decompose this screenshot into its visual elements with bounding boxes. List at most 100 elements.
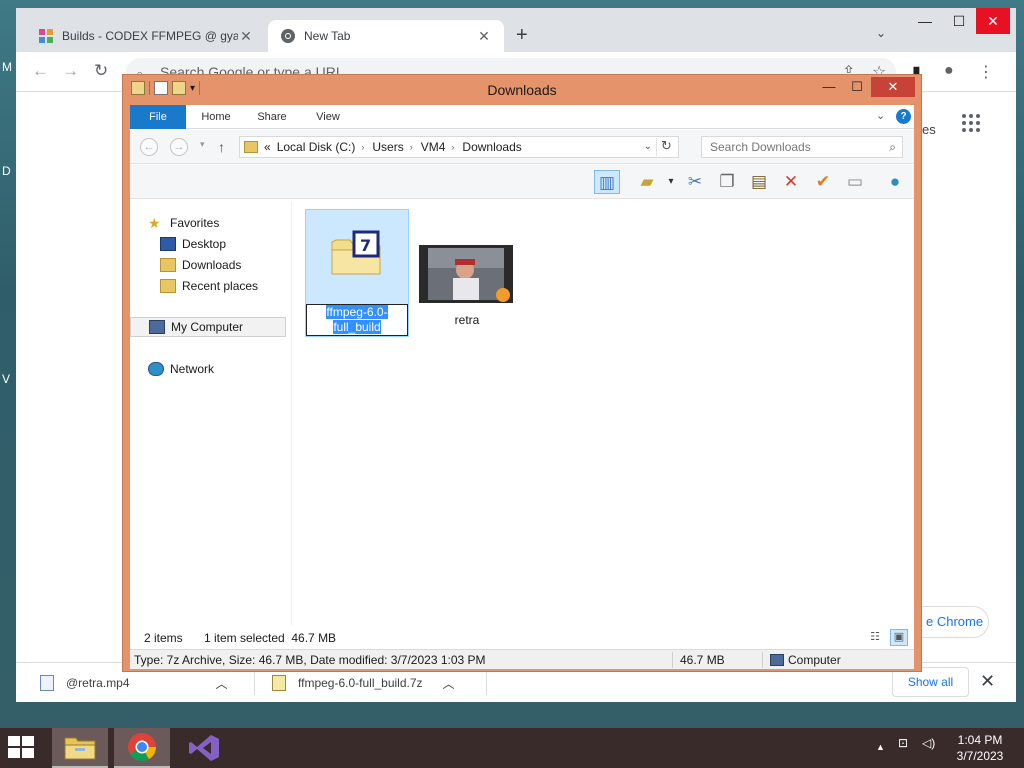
command-toolbar: ▥ ▰ ▾ ✂ ❐ ▤ ✕ ✔ ▭ ● <box>130 165 914 199</box>
file-explorer-icon <box>64 737 96 760</box>
delete-icon[interactable]: ✕ <box>778 170 804 194</box>
breadcrumb-overflow[interactable]: « <box>264 140 271 154</box>
tab-new-tab[interactable]: New Tab ✕ <box>268 20 504 52</box>
back-arrow-icon[interactable]: ← <box>140 138 158 156</box>
google-apps-icon[interactable] <box>962 114 980 132</box>
network-icon <box>148 362 164 376</box>
file-item-ffmpeg[interactable]: 7 ffmpeg-6.0-full_build <box>305 209 409 337</box>
close-button[interactable]: ✕ <box>871 77 915 97</box>
expand-ribbon-icon[interactable]: ⌄ <box>876 109 885 122</box>
back-arrow-icon[interactable]: ← <box>32 61 49 81</box>
system-clock[interactable]: 1:04 PM 3/7/2023 <box>944 732 1016 764</box>
close-shelf-icon[interactable]: ✕ <box>980 671 995 692</box>
breadcrumb-local-disk[interactable]: Local Disk (C:) <box>277 140 356 154</box>
taskbar-chrome[interactable] <box>114 728 170 768</box>
rename-icon[interactable]: ▭ <box>842 170 868 194</box>
volume-icon[interactable]: ◁) <box>922 736 935 750</box>
start-button[interactable] <box>8 736 38 760</box>
file-location: Computer <box>788 653 841 667</box>
download-divider <box>486 671 487 695</box>
maximize-button[interactable]: ☐ <box>942 8 976 34</box>
search-input[interactable]: Search Downloads ⌕ <box>701 136 903 158</box>
chrome-menu-icon[interactable]: ⋮ <box>978 62 994 82</box>
tab-close-icon[interactable]: ✕ <box>476 28 492 45</box>
breadcrumb-vm4[interactable]: VM4 <box>421 140 446 154</box>
tab-close-icon[interactable]: ✕ <box>238 28 254 45</box>
nav-my-computer[interactable]: My Computer <box>130 317 286 337</box>
computer-icon <box>770 654 784 666</box>
tab-search-chevron-icon[interactable]: ⌄ <box>876 26 886 40</box>
tab-home[interactable]: Home <box>190 105 242 129</box>
search-icon: ⌕ <box>889 140 896 154</box>
gyan-favicon-icon <box>39 29 53 43</box>
breadcrumb-users[interactable]: Users <box>372 140 403 154</box>
ntp-link-fragment[interactable]: es <box>922 122 936 137</box>
chrome-tab-strip: Builds - CODEX FFMPEG @ gyan.dev ✕ New T… <box>16 8 1016 52</box>
reload-icon[interactable]: ↻ <box>94 61 108 81</box>
close-button[interactable]: ✕ <box>976 8 1010 34</box>
chevron-right-icon[interactable]: › <box>410 142 413 152</box>
nav-label: Favorites <box>170 216 220 230</box>
chevron-up-icon[interactable]: ︿ <box>216 675 228 692</box>
select-folder-icon[interactable]: ▰ <box>634 170 660 194</box>
tab-builds[interactable]: Builds - CODEX FFMPEG @ gyan.dev ✕ <box>26 20 266 52</box>
globe-icon[interactable]: ● <box>882 170 908 194</box>
search-placeholder: Search Downloads <box>710 140 811 154</box>
copy-icon[interactable]: ❐ <box>714 170 740 194</box>
minimize-button[interactable]: — <box>815 77 843 97</box>
maximize-button[interactable]: ☐ <box>843 77 871 97</box>
nav-recent-places[interactable]: Recent places <box>160 276 258 296</box>
details-divider <box>672 652 673 668</box>
nav-downloads[interactable]: Downloads <box>160 255 241 275</box>
chevron-right-icon[interactable]: › <box>451 142 454 152</box>
nav-desktop[interactable]: Desktop <box>160 234 226 254</box>
minimize-button[interactable]: — <box>908 8 942 34</box>
tab-share[interactable]: Share <box>246 105 298 129</box>
file-name: retra <box>454 313 480 327</box>
tab-view[interactable]: View <box>302 105 354 129</box>
nav-network[interactable]: Network <box>148 359 214 379</box>
paste-icon[interactable]: ▤ <box>746 170 772 194</box>
download-filename: @retra.mp4 <box>66 676 130 690</box>
forward-arrow-icon[interactable]: → <box>170 138 188 156</box>
svg-text:7: 7 <box>360 236 371 255</box>
address-row: ← → ▾ ↑ « Local Disk (C:) › Users › VM4 … <box>130 130 914 164</box>
cut-icon[interactable]: ✂ <box>682 170 708 194</box>
profile-avatar-icon[interactable]: ● <box>944 62 954 80</box>
chrome-icon <box>128 733 156 761</box>
breadcrumb-downloads[interactable]: Downloads <box>462 140 521 154</box>
nav-label: Desktop <box>182 237 227 251</box>
desktop-icon-label[interactable]: V <box>2 372 10 386</box>
nav-favorites[interactable]: ★ Favorites <box>148 213 219 233</box>
checkmark-icon[interactable]: ✔ <box>810 170 836 194</box>
file-rename-field[interactable]: ffmpeg-6.0-full_build <box>306 304 408 336</box>
chevron-right-icon[interactable]: › <box>361 142 364 152</box>
downloads-folder-icon <box>160 258 176 272</box>
chevron-down-icon[interactable]: ▾ <box>658 170 684 194</box>
chevron-up-icon[interactable]: ︿ <box>443 675 455 692</box>
window-title: Downloads <box>487 82 557 98</box>
nav-label: Downloads <box>182 258 242 272</box>
tab-file[interactable]: File <box>130 105 186 129</box>
forward-arrow-icon[interactable]: → <box>62 61 79 81</box>
up-arrow-icon[interactable]: ↑ <box>218 139 225 155</box>
help-icon[interactable]: ? <box>896 109 911 124</box>
ribbon-tabs: File Home Share View ⌄ ? <box>130 105 914 129</box>
chevron-down-icon[interactable]: ⌄ <box>644 141 652 152</box>
file-details-info: Type: 7z Archive, Size: 46.7 MB, Date mo… <box>134 653 486 667</box>
desktop-icon-label[interactable]: M <box>2 60 12 74</box>
explorer-window: ▾ Downloads — ☐ ✕ File Home Share View ⌄… <box>122 74 922 672</box>
refresh-icon[interactable]: ↻ <box>656 138 676 156</box>
desktop-icon-label[interactable]: D <box>2 164 11 178</box>
preview-pane-icon[interactable]: ▥ <box>594 170 620 194</box>
taskbar-visual-studio[interactable] <box>176 728 232 768</box>
explorer-titlebar[interactable]: ▾ Downloads — ☐ ✕ <box>123 75 921 105</box>
address-bar[interactable]: « Local Disk (C:) › Users › VM4 › Downlo… <box>239 136 679 158</box>
taskbar-file-explorer[interactable] <box>52 728 108 768</box>
large-icons-view-icon[interactable]: ▣ <box>890 629 908 646</box>
network-tray-icon[interactable]: ⊡ <box>898 736 908 750</box>
details-view-icon[interactable]: ☷ <box>866 629 884 646</box>
recent-locations-icon[interactable]: ▾ <box>200 139 205 150</box>
new-tab-button[interactable]: + <box>516 24 528 47</box>
show-hidden-icons-icon[interactable]: ▲ <box>876 742 885 752</box>
